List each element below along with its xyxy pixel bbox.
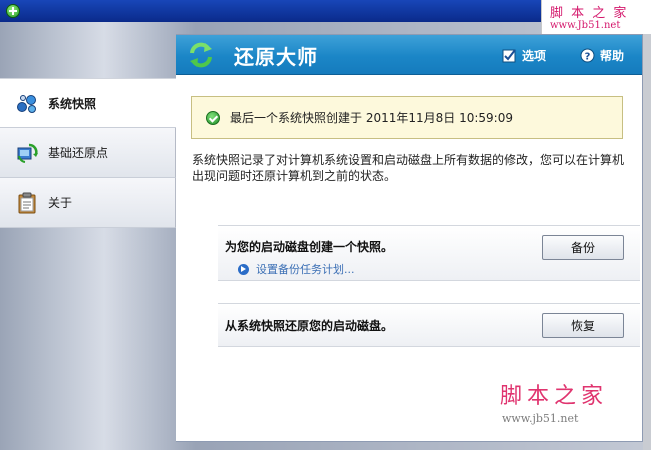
watermark-bottom: 脚本之家 www.jb51.net — [500, 378, 640, 425]
arrow-right-icon — [238, 263, 249, 275]
schedule-backup-link-label: 设置备份任务计划... — [256, 263, 355, 276]
sidebar: 系统快照 基础还原点 关于 — [0, 78, 178, 228]
description-text: 系统快照记录了对计算机系统设置和启动磁盘上所有数据的修改，您可以在计算机出现问题… — [192, 153, 625, 183]
sidebar-item-basic-restore-point[interactable]: 基础还原点 — [0, 128, 176, 178]
sidebar-item-about[interactable]: 关于 — [0, 178, 176, 228]
backup-button[interactable]: 备份 — [542, 235, 624, 260]
watermark-top: 脚 本 之 家 www.Jb51.net — [541, 0, 651, 34]
sidebar-item-label: 基础还原点 — [48, 146, 109, 160]
backup-label: 为您的启动磁盘创建一个快照。 — [225, 240, 394, 254]
app-icon — [6, 4, 20, 18]
snapshot-icon — [16, 92, 38, 114]
clipboard-icon — [16, 192, 38, 214]
header-bar: 还原大师 选项 ? 帮助 — [176, 35, 642, 75]
sidebar-item-label: 系统快照 — [48, 96, 97, 111]
status-banner: 最后一个系统快照创建于 2011年11月8日 10:59:09 — [191, 96, 623, 139]
help-button[interactable]: ? 帮助 — [580, 46, 624, 64]
restore-label: 从系统快照还原您的启动磁盘。 — [225, 319, 394, 333]
restore-logo-icon — [186, 40, 216, 70]
watermark-top-url: www.Jb51.net — [550, 20, 621, 31]
options-label: 选项 — [522, 48, 547, 63]
schedule-backup-link[interactable]: 设置备份任务计划... — [238, 261, 355, 277]
help-icon: ? — [580, 48, 595, 63]
checkbox-icon — [502, 48, 517, 63]
sidebar-item-label: 关于 — [48, 196, 73, 210]
check-circle-icon — [206, 110, 220, 125]
restore-section: 从系统快照还原您的启动磁盘。 恢复 — [218, 303, 640, 347]
watermark-bottom-text: 脚本之家 — [500, 384, 609, 409]
options-button[interactable]: 选项 — [502, 46, 546, 64]
window-right-edge — [643, 34, 651, 450]
restore-point-icon — [16, 142, 38, 164]
restore-button[interactable]: 恢复 — [542, 313, 624, 338]
watermark-top-text: 脚 本 之 家 — [550, 6, 629, 21]
backup-section: 为您的启动磁盘创建一个快照。 设置备份任务计划... 备份 — [218, 225, 640, 281]
help-label: 帮助 — [600, 48, 625, 63]
svg-text:?: ? — [585, 51, 591, 62]
watermark-bottom-url: www.jb51.net — [502, 412, 579, 425]
status-text: 最后一个系统快照创建于 2011年11月8日 10:59:09 — [230, 111, 513, 125]
sidebar-item-system-snapshot[interactable]: 系统快照 — [0, 78, 178, 128]
app-title: 还原大师 — [234, 45, 318, 69]
